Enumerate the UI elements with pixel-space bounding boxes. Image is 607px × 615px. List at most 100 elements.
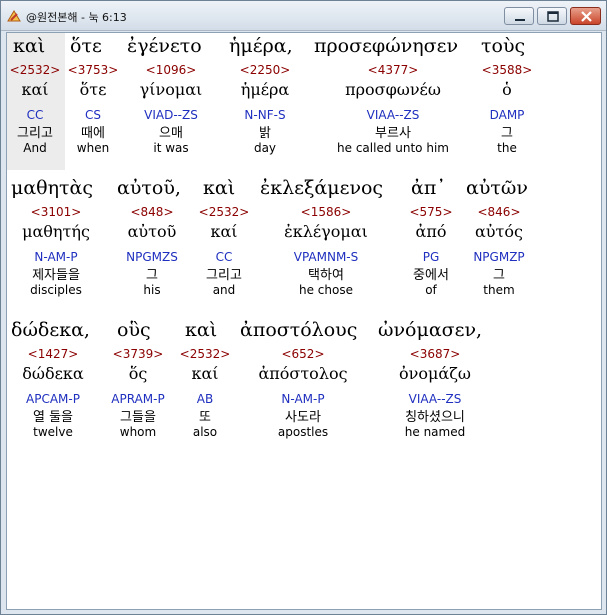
strongs-number: <3588> xyxy=(481,63,533,77)
greek-word[interactable]: οὓς xyxy=(117,319,151,341)
strongs-number: <3101> xyxy=(30,205,82,219)
greek-word[interactable]: ὠνόμασεν, xyxy=(378,319,482,341)
strongs-number: <575> xyxy=(409,205,453,219)
strongs-number: <2532> xyxy=(9,63,61,77)
word-column[interactable]: <1427> δώδεκα APCAM-P 열 둘을 twelve xyxy=(7,347,99,439)
lemma: ἡμέρα xyxy=(240,80,290,99)
parsing-code: NPGMZP xyxy=(473,250,525,264)
parsing-code: N-AM-P xyxy=(34,250,78,264)
english-gloss: he called unto him xyxy=(337,141,449,155)
parsing-code: APRAM-P xyxy=(111,392,165,406)
minimize-icon xyxy=(515,19,525,21)
korean-gloss: 또 xyxy=(199,410,211,425)
greek-word[interactable]: ἀπ᾽ xyxy=(411,177,446,199)
korean-gloss: 부르사 xyxy=(375,126,411,141)
greek-word[interactable]: καὶ xyxy=(13,35,45,57)
strongs-number: <652> xyxy=(281,347,325,361)
korean-gloss: 제자들을 xyxy=(32,268,80,283)
title-bar[interactable]: @원전본해 - 눅 6:13 xyxy=(1,1,606,31)
greek-word[interactable]: ὅτε xyxy=(70,35,102,57)
lemma: ὅς xyxy=(128,364,148,383)
parsing-code: N-AM-P xyxy=(281,392,325,406)
greek-word[interactable]: μαθητὰς xyxy=(11,177,93,199)
word-column[interactable]: <3101> μαθητής N-AM-P 제자들을 disciples xyxy=(7,205,105,297)
korean-gloss: 사도라 xyxy=(285,410,321,425)
korean-gloss: 열 둘을 xyxy=(32,410,73,425)
english-gloss: the xyxy=(497,141,517,155)
korean-gloss: 그리고 xyxy=(206,268,242,283)
english-gloss: also xyxy=(192,425,218,439)
lemma: αὐτοῦ xyxy=(127,222,177,241)
greek-word[interactable]: αὐτῶν xyxy=(466,177,528,199)
word-column[interactable]: <2532> καί AB 또 also xyxy=(175,347,235,439)
strongs-number: <848> xyxy=(130,205,174,219)
greek-word[interactable]: καὶ xyxy=(203,177,235,199)
maximize-button[interactable] xyxy=(537,7,567,25)
korean-gloss: 그 xyxy=(493,268,505,283)
english-gloss: and xyxy=(212,283,236,297)
parsing-code: DAMP xyxy=(489,108,525,122)
english-gloss: apostles xyxy=(277,425,329,439)
greek-word[interactable]: προσεφώνησεν xyxy=(314,35,458,57)
lemma: δώδεκα xyxy=(22,364,84,383)
word-column[interactable]: <4377> προσφωνέω VIAA--ZS 부르사 he called … xyxy=(313,63,473,155)
app-logo-icon xyxy=(7,10,21,22)
parsing-code: APCAM-P xyxy=(26,392,80,406)
word-column[interactable]: <2250> ἡμέρα N-NF-S 밝 day xyxy=(221,63,309,155)
greek-word[interactable]: ἡμέρα, xyxy=(229,35,293,57)
korean-gloss: 그리고 xyxy=(17,126,53,141)
word-column[interactable]: <575> ἀπό PG 중에서 of xyxy=(401,205,461,297)
word-column[interactable]: <2532> καί CC 그리고 and xyxy=(193,205,255,297)
parsing-code: VIAD--ZS xyxy=(144,108,198,122)
english-gloss: And xyxy=(23,141,47,155)
korean-gloss: 그 xyxy=(146,268,158,283)
greek-word[interactable]: καὶ xyxy=(185,319,217,341)
strongs-number: <3687> xyxy=(409,347,461,361)
word-column[interactable]: <1586> ἐκλέγομαι VPAMNM-S 택하여 he chose xyxy=(261,205,391,297)
strongs-number: <2532> xyxy=(179,347,231,361)
parsing-code: VIAA--ZS xyxy=(366,108,420,122)
close-button[interactable] xyxy=(570,7,601,25)
word-column[interactable]: <3739> ὅς APRAM-P 그들을 whom xyxy=(103,347,173,439)
parsing-code: VPAMNM-S xyxy=(293,250,359,264)
lemma: μαθητής xyxy=(22,222,90,241)
interlinear-pane[interactable]: καὶ ὅτε ἐγένετο ἡμέρα, προσεφώνησεν τοὺς… xyxy=(6,32,602,610)
lemma: ἀπό xyxy=(415,222,447,241)
parsing-code: VIAA--ZS xyxy=(408,392,462,406)
parsing-code: CC xyxy=(215,250,233,264)
strongs-number: <2250> xyxy=(239,63,291,77)
english-gloss: day xyxy=(253,141,277,155)
word-column[interactable]: <848> αὐτοῦ NPGMZS 그 his xyxy=(111,205,193,297)
word-column[interactable]: <1096> γίνομαι VIAD--ZS 으매 it was xyxy=(125,63,217,155)
english-gloss: his xyxy=(143,283,161,297)
english-gloss: he chose xyxy=(299,283,353,297)
english-gloss: disciples xyxy=(30,283,82,297)
minimize-button[interactable] xyxy=(504,7,534,25)
greek-word[interactable]: δώδεκα, xyxy=(11,319,90,341)
greek-word[interactable]: ἀποστόλους xyxy=(240,319,357,341)
english-gloss: whom xyxy=(119,425,157,439)
word-column[interactable]: <846> αὐτός NPGMZP 그 them xyxy=(461,205,537,297)
parsing-code: CS xyxy=(85,108,101,122)
strongs-number: <3753> xyxy=(67,63,119,77)
greek-word[interactable]: ἐκλεξάμενος xyxy=(260,177,383,199)
word-column[interactable]: <652> ἀπόστολος N-AM-P 사도라 apostles xyxy=(239,347,367,439)
close-icon xyxy=(581,11,592,22)
word-column[interactable]: <2532> καί CC 그리고 And xyxy=(7,63,63,155)
word-column[interactable]: <3753> ὅτε CS 때에 when xyxy=(65,63,121,155)
parsing-code: PG xyxy=(422,250,440,264)
word-column[interactable]: <3588> ὁ DAMP 그 the xyxy=(477,63,537,155)
korean-gloss: 택하여 xyxy=(308,268,344,283)
korean-gloss: 중에서 xyxy=(413,268,449,283)
lemma: αὐτός xyxy=(475,222,523,241)
greek-word[interactable]: αὐτοῦ, xyxy=(117,177,181,199)
parsing-code: CC xyxy=(26,108,44,122)
lemma: ἐκλέγομαι xyxy=(284,222,368,241)
parsing-code: N-NF-S xyxy=(244,108,286,122)
word-column[interactable]: <3687> ὀνομάζω VIAA--ZS 칭하셨으니 he named xyxy=(371,347,499,439)
lemma: ὁ xyxy=(502,80,512,99)
english-gloss: it was xyxy=(153,141,189,155)
greek-word[interactable]: ἐγένετο xyxy=(127,35,202,57)
korean-gloss: 으매 xyxy=(159,126,183,141)
greek-word[interactable]: τοὺς xyxy=(481,35,525,57)
